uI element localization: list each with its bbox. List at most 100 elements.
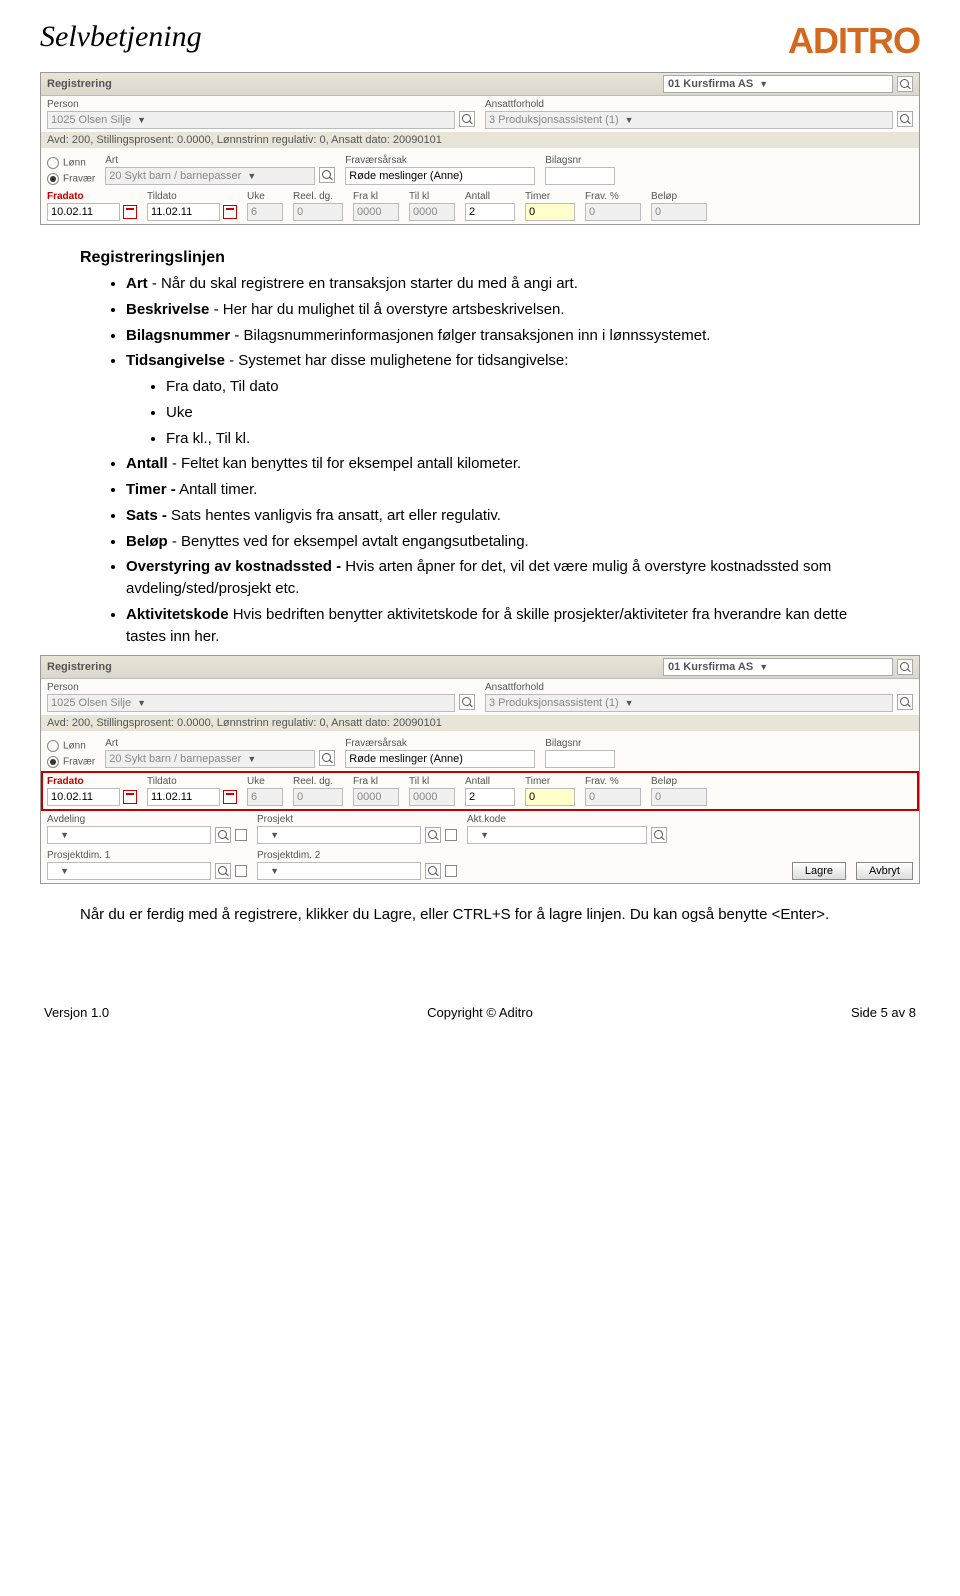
uke-field[interactable]: 6 [247,788,283,806]
list-item: Overstyring av kostnadssted - Hvis arten… [126,556,880,600]
fradato-label: Fradato [47,776,137,787]
reeldg-label: Reel. dg. [293,776,343,787]
art-dropdown[interactable]: 20 Sykt barn / barnepasser▼ [105,167,315,185]
antall-field[interactable]: 2 [465,788,515,806]
prosjekt-label: Prosjekt [257,814,457,825]
aditro-logo: ADITRO [788,20,920,62]
search-icon[interactable] [215,863,231,879]
footer-version: Versjon 1.0 [44,1005,109,1020]
reeldg-field[interactable]: 0 [293,203,343,221]
search-icon[interactable] [459,694,475,710]
search-icon[interactable] [897,111,913,127]
pd2-checkbox[interactable] [445,865,457,877]
fradato-field[interactable]: 10.02.11 [47,788,120,806]
timer-field[interactable]: 0 [525,203,575,221]
chevron-down-icon: ▼ [759,662,768,672]
search-icon[interactable] [897,694,913,710]
page-title: Selvbetjening [40,20,202,54]
search-icon[interactable] [459,111,475,127]
tilkl-field[interactable]: 0000 [409,788,455,806]
chevron-down-icon: ▼ [270,866,279,876]
bilagsnr-field[interactable] [545,750,615,768]
bilagsnr-label: Bilagsnr [545,155,615,166]
lagre-button[interactable]: Lagre [792,862,846,880]
aktkode-label: Akt.kode [467,814,667,825]
reeldg-label: Reel. dg. [293,191,343,202]
search-icon[interactable] [319,750,335,766]
prosjekt-checkbox[interactable] [445,829,457,841]
list-item: Beskrivelse - Her har du mulighet til å … [126,299,880,321]
timer-field[interactable]: 0 [525,788,575,806]
fravarsak-label: Fraværsårsak [345,738,535,749]
footer-page: Side 5 av 8 [851,1005,916,1020]
prosjekt-dropdown[interactable]: ▼ [257,826,421,844]
fravpct-field[interactable]: 0 [585,203,641,221]
frakl-label: Fra kl [353,191,399,202]
search-icon[interactable] [215,827,231,843]
fravpct-field[interactable]: 0 [585,788,641,806]
avdeling-label: Avdeling [47,814,247,825]
search-icon[interactable] [897,659,913,675]
art-dropdown[interactable]: 20 Sykt barn / barnepasser▼ [105,750,315,768]
avdeling-dropdown[interactable]: ▼ [47,826,211,844]
lonn-radio[interactable] [47,157,59,169]
ansatt-dropdown[interactable]: 3 Produksjonsassistent (1)▼ [485,111,893,129]
belop-field[interactable]: 0 [651,203,707,221]
timer-label: Timer [525,191,575,202]
tildato-label: Tildato [147,191,237,202]
fradato-field[interactable]: 10.02.11 [47,203,120,221]
list-item: Beløp - Benyttes ved for eksempel avtalt… [126,531,880,553]
reeldg-field[interactable]: 0 [293,788,343,806]
timer-label: Timer [525,776,575,787]
panel-header: Registrering 01 Kursfirma AS▼ [41,656,919,679]
avbryt-button[interactable]: Avbryt [856,862,913,880]
pd1-dropdown[interactable]: ▼ [47,862,211,880]
uke-field[interactable]: 6 [247,203,283,221]
tildato-field[interactable]: 11.02.11 [147,203,220,221]
footer-copyright: Copyright © Aditro [427,1005,533,1020]
chevron-down-icon: ▼ [625,698,634,708]
pd1-checkbox[interactable] [235,865,247,877]
bilagsnr-field[interactable] [545,167,615,185]
search-icon[interactable] [897,76,913,92]
body-text: Registreringslinjen Art - Når du skal re… [40,249,920,647]
fravaer-radio[interactable] [47,756,59,768]
list-item: Fra dato, Til dato [166,376,880,398]
antall-field[interactable]: 2 [465,203,515,221]
aktkode-dropdown[interactable]: ▼ [467,826,647,844]
belop-field[interactable]: 0 [651,788,707,806]
chevron-down-icon: ▼ [625,115,634,125]
avdeling-checkbox[interactable] [235,829,247,841]
person-label: Person [47,99,475,110]
calendar-icon[interactable] [223,205,237,219]
uke-label: Uke [247,776,283,787]
frakl-field[interactable]: 0000 [353,788,399,806]
fravarsak-field[interactable]: Røde meslinger (Anne) [345,750,535,768]
person-dropdown[interactable]: 1025 Olsen Silje▼ [47,111,455,129]
person-dropdown[interactable]: 1025 Olsen Silje▼ [47,694,455,712]
fravarsak-field[interactable]: Røde meslinger (Anne) [345,167,535,185]
tilkl-field[interactable]: 0000 [409,203,455,221]
search-icon[interactable] [319,167,335,183]
calendar-icon[interactable] [123,790,137,804]
company-dropdown[interactable]: 01 Kursfirma AS▼ [663,75,893,93]
chevron-down-icon: ▼ [137,698,146,708]
panel-header: Registrering 01 Kursfirma AS▼ [41,73,919,96]
list-item: Bilagsnummer - Bilagsnummerinformasjonen… [126,325,880,347]
chevron-down-icon: ▼ [759,79,768,89]
chevron-down-icon: ▼ [247,754,256,764]
pd2-dropdown[interactable]: ▼ [257,862,421,880]
search-icon[interactable] [425,827,441,843]
company-dropdown[interactable]: 01 Kursfirma AS▼ [663,658,893,676]
frakl-field[interactable]: 0000 [353,203,399,221]
panel-title: Registrering [47,78,112,90]
calendar-icon[interactable] [223,790,237,804]
search-icon[interactable] [425,863,441,879]
list-item: Art - Når du skal registrere en transaks… [126,273,880,295]
ansatt-dropdown[interactable]: 3 Produksjonsassistent (1)▼ [485,694,893,712]
calendar-icon[interactable] [123,205,137,219]
tildato-field[interactable]: 11.02.11 [147,788,220,806]
lonn-radio[interactable] [47,740,59,752]
fravaer-radio[interactable] [47,173,59,185]
search-icon[interactable] [651,827,667,843]
